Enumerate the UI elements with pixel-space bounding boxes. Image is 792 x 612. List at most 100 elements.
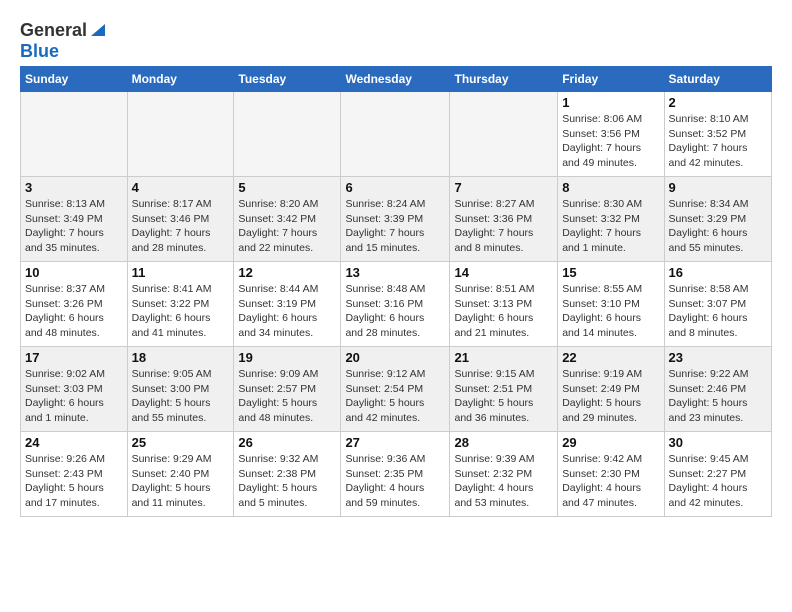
day-info: Sunrise: 8:30 AMSunset: 3:32 PMDaylight:… [562, 197, 659, 256]
day-number: 4 [132, 180, 230, 195]
week-row-1: 1 Sunrise: 8:06 AMSunset: 3:56 PMDaylight… [21, 92, 772, 177]
day-number: 20 [345, 350, 445, 365]
day-number: 27 [345, 435, 445, 450]
day-number: 25 [132, 435, 230, 450]
day-number: 29 [562, 435, 659, 450]
day-number: 11 [132, 265, 230, 280]
day-info: Sunrise: 9:36 AMSunset: 2:35 PMDaylight:… [345, 452, 445, 511]
calendar-cell: 3 Sunrise: 8:13 AMSunset: 3:49 PMDaylight… [21, 177, 128, 262]
day-number: 21 [454, 350, 553, 365]
day-info: Sunrise: 8:37 AMSunset: 3:26 PMDaylight:… [25, 282, 123, 341]
page-header: General Blue [20, 16, 772, 62]
calendar-cell: 9Sunrise: 8:34 AMSunset: 3:29 PMDaylight… [664, 177, 771, 262]
calendar-cell: 7 Sunrise: 8:27 AMSunset: 3:36 PMDaylight… [450, 177, 558, 262]
calendar-cell: 11 Sunrise: 8:41 AMSunset: 3:22 PMDayligh… [127, 262, 234, 347]
calendar-cell [21, 92, 128, 177]
calendar-cell: 15 Sunrise: 8:55 AMSunset: 3:10 PMDayligh… [558, 262, 664, 347]
calendar-cell: 5 Sunrise: 8:20 AMSunset: 3:42 PMDaylight… [234, 177, 341, 262]
day-info: Sunrise: 8:55 AMSunset: 3:10 PMDaylight:… [562, 282, 659, 341]
day-info: Sunrise: 9:29 AMSunset: 2:40 PMDaylight:… [132, 452, 230, 511]
calendar-cell: 6 Sunrise: 8:24 AMSunset: 3:39 PMDaylight… [341, 177, 450, 262]
calendar-cell [127, 92, 234, 177]
day-number: 18 [132, 350, 230, 365]
day-info: Sunrise: 9:26 AMSunset: 2:43 PMDaylight:… [25, 452, 123, 511]
day-info: Sunrise: 9:22 AMSunset: 2:46 PMDaylight:… [669, 367, 767, 426]
day-number: 15 [562, 265, 659, 280]
calendar-cell [234, 92, 341, 177]
day-number: 8 [562, 180, 659, 195]
day-number: 22 [562, 350, 659, 365]
week-row-3: 10 Sunrise: 8:37 AMSunset: 3:26 PMDayligh… [21, 262, 772, 347]
day-info: Sunrise: 8:20 AMSunset: 3:42 PMDaylight:… [238, 197, 336, 256]
day-info: Sunrise: 8:10 AMSunset: 3:52 PMDaylight:… [669, 112, 767, 171]
day-info: Sunrise: 8:17 AMSunset: 3:46 PMDaylight:… [132, 197, 230, 256]
day-info: Sunrise: 8:58 AMSunset: 3:07 PMDaylight:… [669, 282, 767, 341]
day-info: Sunrise: 9:15 AMSunset: 2:51 PMDaylight:… [454, 367, 553, 426]
day-number: 28 [454, 435, 553, 450]
calendar-cell [341, 92, 450, 177]
day-number: 2 [669, 95, 767, 110]
header-tuesday: Tuesday [234, 67, 341, 92]
day-info: Sunrise: 8:06 AMSunset: 3:56 PMDaylight:… [562, 112, 659, 171]
week-row-4: 17 Sunrise: 9:02 AMSunset: 3:03 PMDayligh… [21, 347, 772, 432]
calendar-cell [450, 92, 558, 177]
calendar-cell: 8 Sunrise: 8:30 AMSunset: 3:32 PMDaylight… [558, 177, 664, 262]
header-wednesday: Wednesday [341, 67, 450, 92]
day-info: Sunrise: 8:44 AMSunset: 3:19 PMDaylight:… [238, 282, 336, 341]
header-friday: Friday [558, 67, 664, 92]
day-info: Sunrise: 8:48 AMSunset: 3:16 PMDaylight:… [345, 282, 445, 341]
day-info: Sunrise: 8:27 AMSunset: 3:36 PMDaylight:… [454, 197, 553, 256]
calendar-cell: 27 Sunrise: 9:36 AMSunset: 2:35 PMDayligh… [341, 432, 450, 517]
logo-general-text: General [20, 20, 87, 41]
day-number: 24 [25, 435, 123, 450]
day-number: 10 [25, 265, 123, 280]
day-number: 17 [25, 350, 123, 365]
calendar-cell: 29 Sunrise: 9:42 AMSunset: 2:30 PMDayligh… [558, 432, 664, 517]
calendar-cell: 17 Sunrise: 9:02 AMSunset: 3:03 PMDayligh… [21, 347, 128, 432]
day-info: Sunrise: 9:32 AMSunset: 2:38 PMDaylight:… [238, 452, 336, 511]
header-thursday: Thursday [450, 67, 558, 92]
calendar-cell: 20Sunrise: 9:12 AMSunset: 2:54 PMDayligh… [341, 347, 450, 432]
day-info: Sunrise: 8:24 AMSunset: 3:39 PMDaylight:… [345, 197, 445, 256]
calendar-cell: 25 Sunrise: 9:29 AMSunset: 2:40 PMDayligh… [127, 432, 234, 517]
calendar-cell: 18 Sunrise: 9:05 AMSunset: 3:00 PMDayligh… [127, 347, 234, 432]
day-number: 1 [562, 95, 659, 110]
calendar-cell: 13 Sunrise: 8:48 AMSunset: 3:16 PMDayligh… [341, 262, 450, 347]
day-info: Sunrise: 9:05 AMSunset: 3:00 PMDaylight:… [132, 367, 230, 426]
day-number: 13 [345, 265, 445, 280]
calendar-cell: 30Sunrise: 9:45 AMSunset: 2:27 PMDayligh… [664, 432, 771, 517]
day-number: 6 [345, 180, 445, 195]
calendar-cell: 16 Sunrise: 8:58 AMSunset: 3:07 PMDayligh… [664, 262, 771, 347]
header-monday: Monday [127, 67, 234, 92]
calendar-cell: 21 Sunrise: 9:15 AMSunset: 2:51 PMDayligh… [450, 347, 558, 432]
day-info: Sunrise: 8:41 AMSunset: 3:22 PMDaylight:… [132, 282, 230, 341]
day-info: Sunrise: 9:19 AMSunset: 2:49 PMDaylight:… [562, 367, 659, 426]
header-row: SundayMondayTuesdayWednesdayThursdayFrid… [21, 67, 772, 92]
day-info: Sunrise: 9:42 AMSunset: 2:30 PMDaylight:… [562, 452, 659, 511]
day-info: Sunrise: 8:34 AMSunset: 3:29 PMDaylight:… [669, 197, 767, 256]
day-info: Sunrise: 8:13 AMSunset: 3:49 PMDaylight:… [25, 197, 123, 256]
calendar-cell: 4 Sunrise: 8:17 AMSunset: 3:46 PMDaylight… [127, 177, 234, 262]
header-sunday: Sunday [21, 67, 128, 92]
calendar-cell: 1 Sunrise: 8:06 AMSunset: 3:56 PMDaylight… [558, 92, 664, 177]
day-number: 14 [454, 265, 553, 280]
day-number: 30 [669, 435, 767, 450]
calendar-cell: 12 Sunrise: 8:44 AMSunset: 3:19 PMDayligh… [234, 262, 341, 347]
day-info: Sunrise: 9:09 AMSunset: 2:57 PMDaylight:… [238, 367, 336, 426]
day-info: Sunrise: 9:02 AMSunset: 3:03 PMDaylight:… [25, 367, 123, 426]
calendar-cell: 10 Sunrise: 8:37 AMSunset: 3:26 PMDayligh… [21, 262, 128, 347]
logo-blue-text: Blue [20, 41, 59, 61]
day-number: 3 [25, 180, 123, 195]
logo: General Blue [20, 20, 107, 62]
day-number: 16 [669, 265, 767, 280]
calendar-cell: 2 Sunrise: 8:10 AMSunset: 3:52 PMDaylight… [664, 92, 771, 177]
day-info: Sunrise: 8:51 AMSunset: 3:13 PMDaylight:… [454, 282, 553, 341]
day-number: 7 [454, 180, 553, 195]
day-number: 12 [238, 265, 336, 280]
day-number: 26 [238, 435, 336, 450]
week-row-2: 3 Sunrise: 8:13 AMSunset: 3:49 PMDaylight… [21, 177, 772, 262]
calendar-table: SundayMondayTuesdayWednesdayThursdayFrid… [20, 66, 772, 517]
week-row-5: 24 Sunrise: 9:26 AMSunset: 2:43 PMDayligh… [21, 432, 772, 517]
day-number: 5 [238, 180, 336, 195]
header-saturday: Saturday [664, 67, 771, 92]
